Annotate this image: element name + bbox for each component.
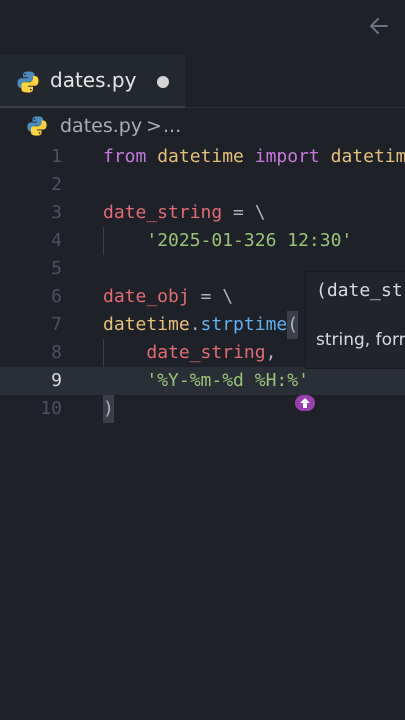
cursor-arrow-icon [300,398,310,408]
line-number: 7 [51,314,62,335]
code-text[interactable]: date_obj = \ [103,283,233,311]
code-line[interactable]: 4 '2025-01-326 12:30' [0,227,405,255]
code-line-active[interactable]: 9 '%Y-%m-%d %H:%' [0,367,405,395]
tab-dates-py[interactable]: dates.py [0,55,185,108]
line-number: 10 [40,398,62,419]
breadcrumb: dates.py > ... [0,110,405,146]
line-number: 2 [51,174,62,195]
code-text[interactable]: '%Y-%m-%d %H:%' [103,367,309,395]
tooltip-signature: (date_string [316,280,405,301]
line-number: 5 [51,258,62,279]
code-text[interactable]: date_string = \ [103,199,266,227]
breadcrumb-separator: > [146,115,162,137]
line-number: 8 [51,342,62,363]
tab-filename: dates.py [50,68,137,92]
breadcrumb-file[interactable]: dates.py [60,115,142,137]
code-line[interactable]: 1 from datetime import datetime [0,143,405,171]
python-icon [27,116,47,136]
line-number: 9 [51,370,62,391]
line-number: 1 [51,146,62,167]
code-text[interactable]: ) [103,395,114,423]
code-text[interactable]: date_string, [103,339,276,367]
unsaved-indicator-dot[interactable] [157,76,169,88]
tooltip-params: string, format [316,330,405,350]
line-number: 6 [51,286,62,307]
collaborator-cursor-badge [295,395,315,411]
code-text[interactable]: datetime.strptime( [103,311,299,339]
code-line[interactable]: 3 date_string = \ [0,199,405,227]
code-editor[interactable]: 1 from datetime import datetime 2 3 date… [0,143,405,720]
code-text[interactable]: from datetime import datetime [103,143,405,171]
signature-help-tooltip: (date_string string, format [305,271,405,369]
breadcrumb-more[interactable]: ... [163,115,181,137]
code-text[interactable]: '2025-01-326 12:30' [103,227,352,255]
python-icon [17,71,39,93]
code-line[interactable]: 2 [0,171,405,199]
tab-bar: dates.py [0,55,405,108]
code-line[interactable]: 10 ) [0,395,405,423]
back-arrow-icon[interactable] [367,14,391,38]
tab-bar-empty [185,55,405,108]
line-number: 4 [51,230,62,251]
line-number: 3 [51,202,62,223]
top-bar [0,0,405,55]
